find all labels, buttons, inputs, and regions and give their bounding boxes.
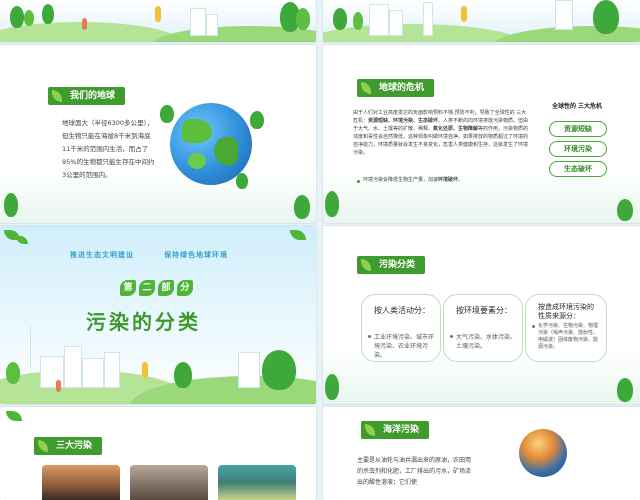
section-tag: 我们的地球 xyxy=(48,87,126,105)
photo-water-pollution xyxy=(218,465,296,500)
slide-thumbnail-our-earth[interactable]: 我们的地球 地球面大（半径6300多公里），但生物只能在海拔8千米到海底11千米… xyxy=(0,45,316,223)
leaf-decoration xyxy=(290,230,306,240)
tree xyxy=(42,4,54,24)
crisis-pill-pollution: 环境污染 xyxy=(549,141,607,157)
classification-card-activity: 按人类活动分： 工业环境污染、城市环境污染、农业环境污染。 xyxy=(361,294,441,362)
text-segment: 环境污染会降低生物生产量，加速 xyxy=(363,177,439,183)
body-text: 由于人们对工业高度发达的负面影响预料不够,预防不利，导致了全球性的 三大危机：资… xyxy=(353,109,531,157)
section-tag: 污染分类 xyxy=(357,256,426,274)
photo-oil-rig xyxy=(519,429,567,477)
card-body: 工业环境污染、城市环境污染、农业环境污染。 xyxy=(374,334,435,359)
card-body: 大气污染、水体污染、土壤污染。 xyxy=(456,334,517,350)
person-figure xyxy=(155,6,161,22)
wind-turbine xyxy=(30,326,31,368)
part-char: 分 xyxy=(177,280,193,296)
building xyxy=(238,352,260,388)
building xyxy=(389,10,403,36)
photo-land-pollution xyxy=(130,465,208,500)
photo-air-pollution xyxy=(42,465,120,500)
tree-on-globe xyxy=(160,105,174,123)
side-title: 全球性的 三大危机 xyxy=(551,103,603,110)
building xyxy=(104,352,120,388)
tree xyxy=(353,12,363,30)
card-heading: 按环境要素分： xyxy=(456,306,512,315)
leaf-decoration xyxy=(16,236,28,244)
tree xyxy=(325,374,339,400)
tree xyxy=(296,8,310,30)
continent xyxy=(182,119,212,143)
tree xyxy=(333,8,347,30)
tree xyxy=(174,362,192,388)
slide-thumbnail-section-two[interactable]: 推进生态文明建设 保持绿色地球环境 第 二 部 分 污染的分类 xyxy=(0,226,316,404)
text-bold: 环境破坏 xyxy=(438,177,459,183)
building xyxy=(190,8,206,36)
slide-thumbnail-earth-crisis[interactable]: 地球的危机 由于人们对工业高度发达的负面影响预料不够,预防不利，导致了全球性的 … xyxy=(323,45,640,223)
section-tag: 三大污染 xyxy=(34,437,103,455)
slide-thumbnail-1b[interactable] xyxy=(323,0,640,42)
tree xyxy=(325,191,339,217)
part-label: 第 二 部 分 xyxy=(120,280,193,296)
part-char: 部 xyxy=(158,280,174,296)
bullet-text: 环境污染会降低生物生产量，加速环境破坏。 xyxy=(363,175,533,185)
section-tag: 地球的危机 xyxy=(357,79,435,97)
text-segment: 。 xyxy=(458,177,464,183)
crisis-pill-resources: 资源短缺 xyxy=(549,121,607,137)
part-char: 二 xyxy=(139,280,155,296)
tree-on-globe xyxy=(236,173,248,189)
leaf-decoration xyxy=(6,411,22,421)
tree xyxy=(593,0,619,34)
slide-thumbnail-ocean-pollution[interactable]: 海洋污染 主要是从油轮与油井漏出来的原油，农田用的杀虫剂和化肥，工厂排出的污水，… xyxy=(323,407,640,500)
text-bold: 氧化还原、生物降解 xyxy=(433,126,479,132)
person-figure xyxy=(142,362,148,378)
bullet-dot xyxy=(532,325,535,328)
bullet-dot xyxy=(357,180,360,183)
building xyxy=(369,4,389,36)
part-char: 第 xyxy=(120,280,136,296)
person-figure xyxy=(56,380,61,392)
text-bold: 资源短缺、环境污染、生态破坏 xyxy=(368,118,439,124)
tree xyxy=(262,350,296,390)
bullet-dot xyxy=(368,335,371,338)
tree xyxy=(10,6,24,28)
section-title: 污染的分类 xyxy=(86,310,201,334)
building xyxy=(64,346,82,388)
tree xyxy=(24,10,34,26)
tree xyxy=(617,199,633,221)
person-figure xyxy=(82,18,87,30)
card-heading: 按人类活动分： xyxy=(374,306,430,315)
slide-thumbnail-three-pollutions[interactable]: 三大污染 xyxy=(0,407,316,500)
classification-card-source: 按造成环境污染的性质来源分： 化学污染、生物污染、物理污染（噪声污染、放射性、电… xyxy=(525,294,607,362)
card-body: 化学污染、生物污染、物理污染（噪声污染、放射性、电磁波）固体废物污染、能源污染。 xyxy=(538,323,599,350)
building xyxy=(82,358,104,388)
classification-card-element: 按环境要素分： 大气污染、水体污染、土壤污染。 xyxy=(443,294,523,362)
section-tag: 海洋污染 xyxy=(361,421,430,439)
slogan-left: 推进生态文明建设 xyxy=(70,251,134,259)
continent xyxy=(188,153,206,169)
person-figure xyxy=(461,6,467,22)
continent xyxy=(214,137,238,165)
tree xyxy=(617,378,633,402)
tree xyxy=(6,362,20,384)
building xyxy=(555,0,573,30)
body-text: 地球面大（半径6300多公里），但生物只能在海拔8千米到海底11千米的范围内生活… xyxy=(62,119,155,179)
crisis-pill-ecology: 生态破坏 xyxy=(549,161,607,177)
tree xyxy=(294,195,310,219)
tree-on-globe xyxy=(250,111,264,129)
tree xyxy=(4,193,18,217)
card-heading: 按造成环境污染的性质来源分： xyxy=(538,303,594,320)
bullet-dot xyxy=(450,335,453,338)
building xyxy=(423,2,433,36)
slogan-right: 保持绿色地球环境 xyxy=(164,251,228,259)
slide-thumbnail-1[interactable] xyxy=(0,0,316,42)
body-text: 主要是从油轮与油井漏出来的原油，农田用的杀虫剂和化肥，工厂排出的污水，矿场流出的… xyxy=(357,457,472,486)
slide-thumbnail-pollution-types[interactable]: 污染分类 按人类活动分： 工业环境污染、城市环境污染、农业环境污染。 按环境要素… xyxy=(323,226,640,404)
building xyxy=(206,14,218,36)
